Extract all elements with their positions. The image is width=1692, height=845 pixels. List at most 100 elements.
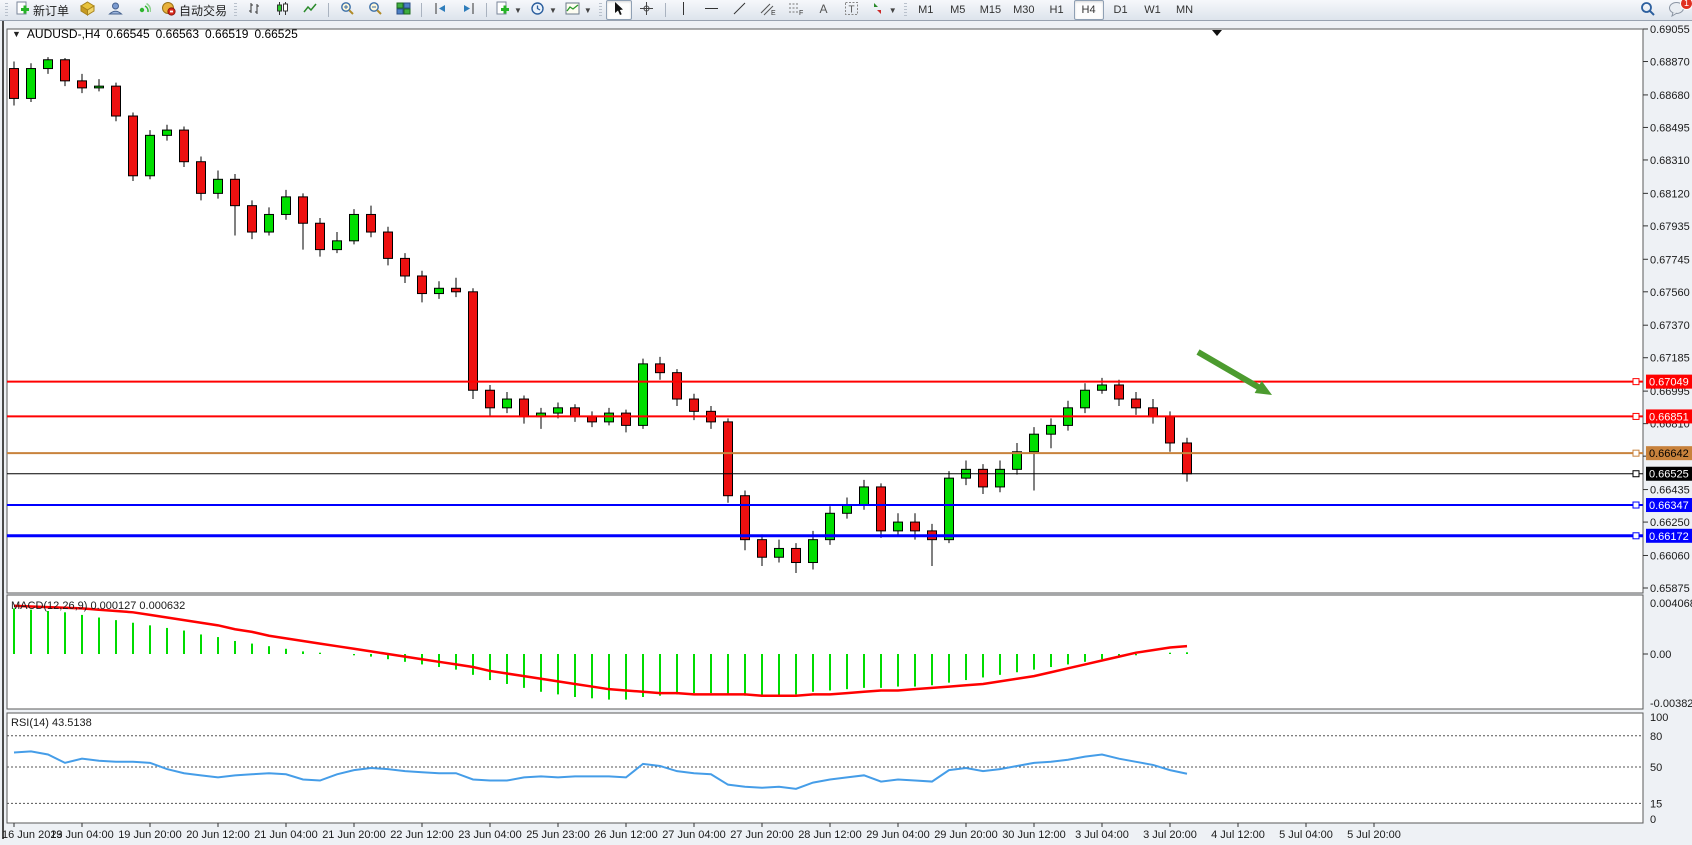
chart-symbol-period: AUDUSD-,H4: [27, 27, 100, 41]
zoom-in-button[interactable]: [334, 0, 360, 20]
time-label: 29 Jun 20:00: [934, 829, 998, 841]
line-anchor-handle[interactable]: [1633, 450, 1639, 456]
symbol-info-toggle[interactable]: ▼: [12, 29, 21, 39]
auto-trading-button[interactable]: 自动交易: [158, 0, 230, 20]
toolbar-grip[interactable]: [5, 3, 8, 17]
new-order-button[interactable]: 新订单: [12, 0, 72, 20]
vertical-line-icon: [676, 1, 691, 19]
time-axis[interactable]: 16 Jun 202319 Jun 04:0019 Jun 20:0020 Ju…: [2, 823, 1401, 841]
cursor-button[interactable]: [606, 0, 632, 20]
time-label: 5 Jul 04:00: [1279, 829, 1333, 841]
tile-windows-button[interactable]: [390, 0, 416, 20]
candlestick-chart-button[interactable]: [269, 0, 295, 20]
line-anchor-handle[interactable]: [1633, 379, 1639, 385]
timeframe-H4[interactable]: H4: [1074, 0, 1104, 20]
rsi-label: RSI(14) 43.5138: [11, 717, 92, 729]
candle-body: [894, 522, 903, 531]
price-line-badge-label: 0.67049: [1649, 377, 1689, 389]
timeframe-W1[interactable]: W1: [1138, 0, 1168, 20]
timeframe-MN[interactable]: MN: [1170, 0, 1200, 20]
new-chart-dropdown[interactable]: ▼: [492, 0, 525, 20]
text-icon: A: [816, 1, 831, 19]
rsi-pane[interactable]: [7, 713, 1643, 823]
line-chart-button[interactable]: [297, 0, 323, 20]
vertical-line-button[interactable]: [671, 0, 697, 20]
candle-body: [1115, 385, 1124, 399]
candle-body: [571, 408, 580, 417]
text-button[interactable]: A: [811, 0, 837, 20]
candle-body: [384, 232, 393, 258]
period-dropdown[interactable]: ▼: [527, 0, 560, 20]
rsi-axis-label: 15: [1650, 798, 1662, 810]
candle-body: [197, 162, 206, 194]
auto-trading-label: 自动交易: [179, 2, 227, 19]
time-label: 3 Jul 04:00: [1075, 829, 1129, 841]
signal-button[interactable]: [130, 0, 156, 20]
line-anchor-handle[interactable]: [1633, 502, 1639, 508]
line-anchor-handle[interactable]: [1633, 471, 1639, 477]
arrows-icon: [870, 1, 885, 19]
candle: [146, 130, 155, 179]
candle-body: [996, 469, 1005, 487]
timeframe-D1[interactable]: D1: [1106, 0, 1136, 20]
search-button[interactable]: [1635, 0, 1661, 20]
arrows-dropdown[interactable]: ▼: [867, 0, 900, 20]
timeframe-M30[interactable]: M30: [1008, 0, 1039, 20]
macd-label: MACD(12,26,9) 0.000127 0.000632: [11, 600, 185, 612]
crosshair-button[interactable]: [634, 0, 660, 20]
indicators-dropdown[interactable]: ▼: [562, 0, 595, 20]
toolbar-grip[interactable]: [234, 3, 237, 17]
price-tick-label: 0.66250: [1650, 517, 1690, 529]
history-center-button[interactable]: [74, 0, 100, 20]
time-label: 29 Jun 04:00: [866, 829, 930, 841]
zoom-in-icon: [340, 1, 355, 19]
fibonacci-button[interactable]: F: [783, 0, 809, 20]
candle-body: [95, 86, 104, 88]
text-label-button[interactable]: T: [839, 0, 865, 20]
cursor-icon: [611, 1, 626, 19]
timeframe-H1[interactable]: H1: [1042, 0, 1072, 20]
price-tick-label: 0.68870: [1650, 57, 1690, 69]
candle-body: [503, 399, 512, 408]
line-anchor-handle[interactable]: [1633, 533, 1639, 539]
svg-text:T: T: [849, 5, 855, 16]
price-tick-label: 0.68495: [1650, 122, 1690, 134]
candle-body: [10, 69, 19, 99]
equidistant-channel-icon: E: [760, 1, 776, 19]
toolbar-grip[interactable]: [599, 3, 602, 17]
price-tick-label: 0.65875: [1650, 583, 1690, 595]
candle-body: [78, 81, 87, 88]
timeframe-M15[interactable]: M15: [975, 0, 1006, 20]
price-line-badge: 0.66525: [1646, 467, 1692, 481]
signal-icon: [136, 1, 151, 19]
svg-text:E: E: [771, 10, 776, 16]
candle-body: [367, 214, 376, 232]
candle: [639, 359, 648, 429]
chat-button[interactable]: 1: [1663, 0, 1689, 20]
bar-chart-icon: [247, 1, 262, 19]
auto-scroll-button[interactable]: [455, 0, 481, 20]
toolbar-grip[interactable]: [904, 3, 907, 17]
timeframe-M1[interactable]: M1: [911, 0, 941, 20]
equidistant-channel-button[interactable]: E: [755, 0, 781, 20]
candle: [129, 112, 138, 181]
horizontal-line-button[interactable]: [699, 0, 725, 20]
profile-button[interactable]: [102, 0, 128, 20]
candle-body: [860, 487, 869, 505]
trendline-button[interactable]: [727, 0, 753, 20]
zoom-out-button[interactable]: [362, 0, 388, 20]
chart-shift-button[interactable]: [427, 0, 453, 20]
time-label: 21 Jun 04:00: [254, 829, 318, 841]
line-anchor-handle[interactable]: [1633, 413, 1639, 419]
price-line-badge-label: 0.66172: [1649, 531, 1689, 543]
tile-windows-icon: [396, 1, 411, 19]
macd-axis-min: -0.003828: [1650, 698, 1692, 710]
cube-icon: [80, 1, 95, 19]
bar-chart-button[interactable]: [241, 0, 267, 20]
candle-body: [435, 288, 444, 293]
candle-body: [792, 548, 801, 562]
chart-canvas[interactable]: 0.690550.688700.686800.684950.683100.681…: [0, 21, 1692, 845]
price-pane[interactable]: [7, 29, 1643, 593]
candle-body: [622, 413, 631, 425]
timeframe-M5[interactable]: M5: [943, 0, 973, 20]
